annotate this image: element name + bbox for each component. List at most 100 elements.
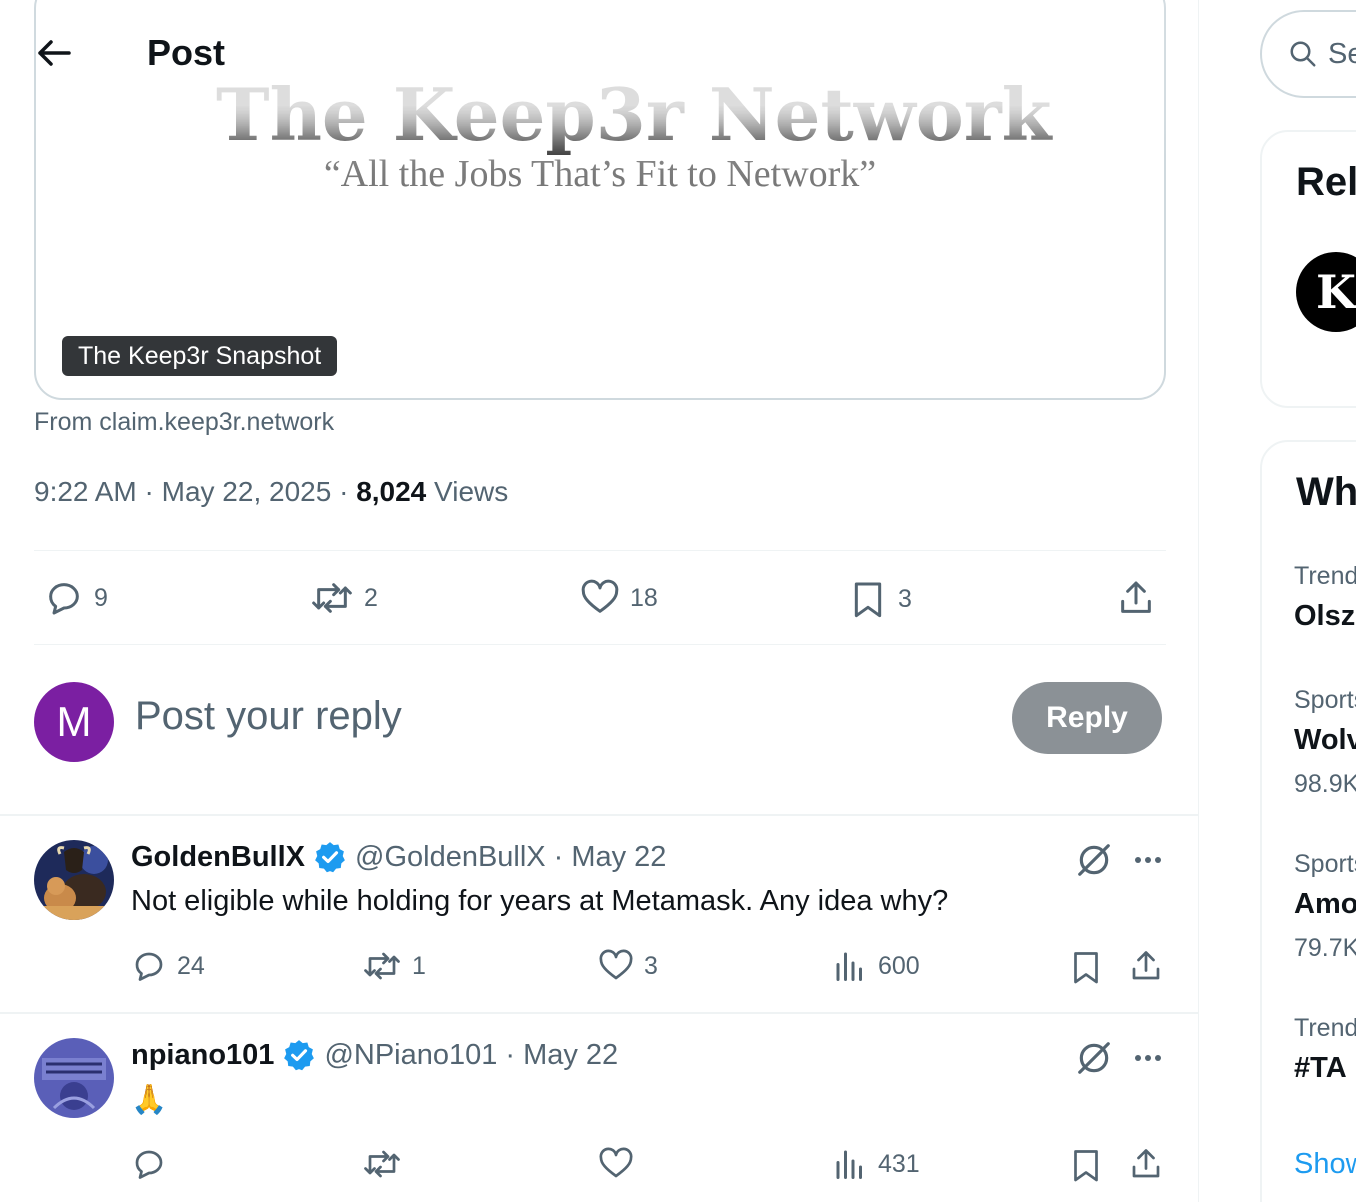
whats-happening-panel: What’s happening bbox=[1260, 440, 1356, 1202]
more-icon bbox=[1135, 857, 1141, 863]
arrow-left-icon bbox=[38, 40, 71, 66]
goldenbullx-avatar-image bbox=[34, 840, 114, 920]
comment-icon bbox=[49, 583, 79, 615]
back-button[interactable] bbox=[34, 33, 74, 73]
author-name[interactable]: GoldenBullX bbox=[131, 841, 305, 874]
grok-icon bbox=[1078, 1042, 1110, 1074]
repost-action[interactable]: 1 bbox=[362, 948, 426, 984]
view-count: 600 bbox=[878, 951, 920, 980]
like-action[interactable]: 18 bbox=[580, 578, 658, 618]
more-icon bbox=[1155, 857, 1161, 863]
trend-item[interactable]: #TA bbox=[1294, 1052, 1347, 1085]
reply-text: Not eligible while holding for years at … bbox=[131, 885, 949, 917]
share-action[interactable] bbox=[1116, 578, 1156, 618]
reply-action[interactable] bbox=[131, 1146, 177, 1182]
like-action[interactable]: 3 bbox=[598, 948, 658, 984]
page-header: Post bbox=[0, 0, 1198, 106]
avatar[interactable]: K bbox=[1296, 252, 1356, 332]
comment-icon bbox=[135, 1150, 163, 1179]
separator: · bbox=[553, 840, 564, 873]
relevant-people-panel: Relevant people K bbox=[1260, 130, 1356, 408]
card-tagline: “All the Jobs That’s Fit to Network” bbox=[323, 153, 877, 195]
share-action[interactable] bbox=[1128, 948, 1164, 984]
main-column: The Keep3r Network “All the Jobs That’s … bbox=[0, 0, 1199, 1202]
user-avatar[interactable]: M bbox=[34, 682, 114, 762]
verified-badge-icon bbox=[282, 1038, 316, 1072]
card-label: The Keep3r Snapshot bbox=[62, 336, 338, 376]
share-icon bbox=[1121, 581, 1151, 613]
divider bbox=[34, 550, 1166, 551]
share-action[interactable] bbox=[1128, 1146, 1164, 1182]
separator: · bbox=[505, 1038, 516, 1071]
trend-category: Sports bbox=[1294, 850, 1356, 878]
more-icon bbox=[1145, 1055, 1151, 1061]
trend-item[interactable]: Amo bbox=[1294, 888, 1356, 921]
reply-input[interactable]: Post your reply bbox=[135, 694, 402, 739]
divider bbox=[0, 814, 1198, 816]
like-count: 18 bbox=[630, 583, 658, 612]
trend-item[interactable]: Wolv bbox=[1294, 724, 1356, 757]
reply-action[interactable]: 9 bbox=[44, 578, 108, 618]
divider bbox=[34, 644, 1166, 645]
reply-count: 24 bbox=[177, 951, 205, 980]
bookmark-action[interactable]: 3 bbox=[848, 578, 912, 620]
trend-category: Sports bbox=[1294, 686, 1356, 714]
page-title: Post bbox=[147, 32, 226, 73]
reply-action[interactable]: 24 bbox=[131, 948, 205, 984]
avatar[interactable] bbox=[34, 1038, 114, 1118]
more-button[interactable] bbox=[1128, 840, 1168, 880]
heart-icon bbox=[581, 579, 619, 613]
like-count: 3 bbox=[644, 951, 658, 980]
bookmark-action[interactable] bbox=[1068, 948, 1104, 986]
share-icon bbox=[1132, 951, 1160, 980]
show-more-link[interactable]: Show more bbox=[1294, 1148, 1356, 1181]
search-input[interactable]: Search bbox=[1260, 10, 1356, 98]
header-backdrop bbox=[100, 0, 1110, 106]
grok-button[interactable] bbox=[1074, 1038, 1114, 1078]
author-handle[interactable]: @GoldenBullX bbox=[355, 841, 546, 874]
reply-header: GoldenBullX @GoldenBullX · May 22 bbox=[131, 840, 666, 874]
repost-action[interactable]: 2 bbox=[310, 578, 378, 618]
search-icon bbox=[1290, 41, 1316, 67]
reply-count: 9 bbox=[94, 583, 108, 612]
bookmark-action[interactable] bbox=[1068, 1146, 1104, 1184]
heart-icon bbox=[599, 1147, 633, 1178]
repost-icon bbox=[312, 583, 352, 613]
post-time[interactable]: 9:22 AM bbox=[34, 476, 137, 507]
heart-icon bbox=[599, 949, 633, 980]
more-icon bbox=[1145, 857, 1151, 863]
bookmark-count: 3 bbox=[898, 584, 912, 613]
trend-count: 79.7K bbox=[1294, 934, 1356, 962]
author-name[interactable]: npiano101 bbox=[131, 1039, 274, 1072]
bookmark-icon bbox=[1074, 1150, 1098, 1182]
card-source[interactable]: From claim.keep3r.network bbox=[34, 408, 334, 437]
reply-header: npiano101 @NPiano101 · May 22 bbox=[131, 1038, 618, 1072]
trend-category: Trending bbox=[1294, 1014, 1356, 1042]
view-count: 431 bbox=[878, 1149, 920, 1178]
divider bbox=[0, 1012, 1198, 1014]
avatar[interactable] bbox=[34, 840, 114, 920]
author-handle[interactable]: @NPiano101 bbox=[324, 1039, 497, 1072]
panel-title: What’s happening bbox=[1296, 470, 1356, 514]
grok-button[interactable] bbox=[1074, 840, 1114, 880]
more-button[interactable] bbox=[1128, 1038, 1168, 1078]
npiano101-avatar-image bbox=[34, 1038, 114, 1118]
reply-button[interactable]: Reply bbox=[1012, 682, 1162, 754]
verified-badge-icon bbox=[313, 840, 347, 874]
views-action[interactable]: 600 bbox=[832, 948, 920, 984]
reply-date[interactable]: May 22 bbox=[571, 841, 666, 874]
post-date[interactable]: May 22, 2025 bbox=[162, 476, 332, 507]
analytics-icon bbox=[836, 1150, 862, 1179]
post-meta: 9:22 AM · May 22, 2025 · 8,024 Views bbox=[34, 476, 509, 507]
views-action[interactable]: 431 bbox=[832, 1146, 920, 1182]
right-sidebar: Search Relevant people K What’s happenin… bbox=[1200, 0, 1356, 1202]
bookmark-icon bbox=[1074, 952, 1098, 984]
like-action[interactable] bbox=[598, 1146, 644, 1182]
share-icon bbox=[1132, 1149, 1160, 1178]
comment-icon bbox=[135, 952, 163, 981]
reply-date[interactable]: May 22 bbox=[523, 1039, 618, 1072]
bookmark-icon bbox=[854, 582, 882, 618]
repost-action[interactable] bbox=[362, 1146, 412, 1182]
trend-item[interactable]: Olsz bbox=[1294, 600, 1355, 633]
reply-text: 🙏 bbox=[131, 1084, 168, 1116]
